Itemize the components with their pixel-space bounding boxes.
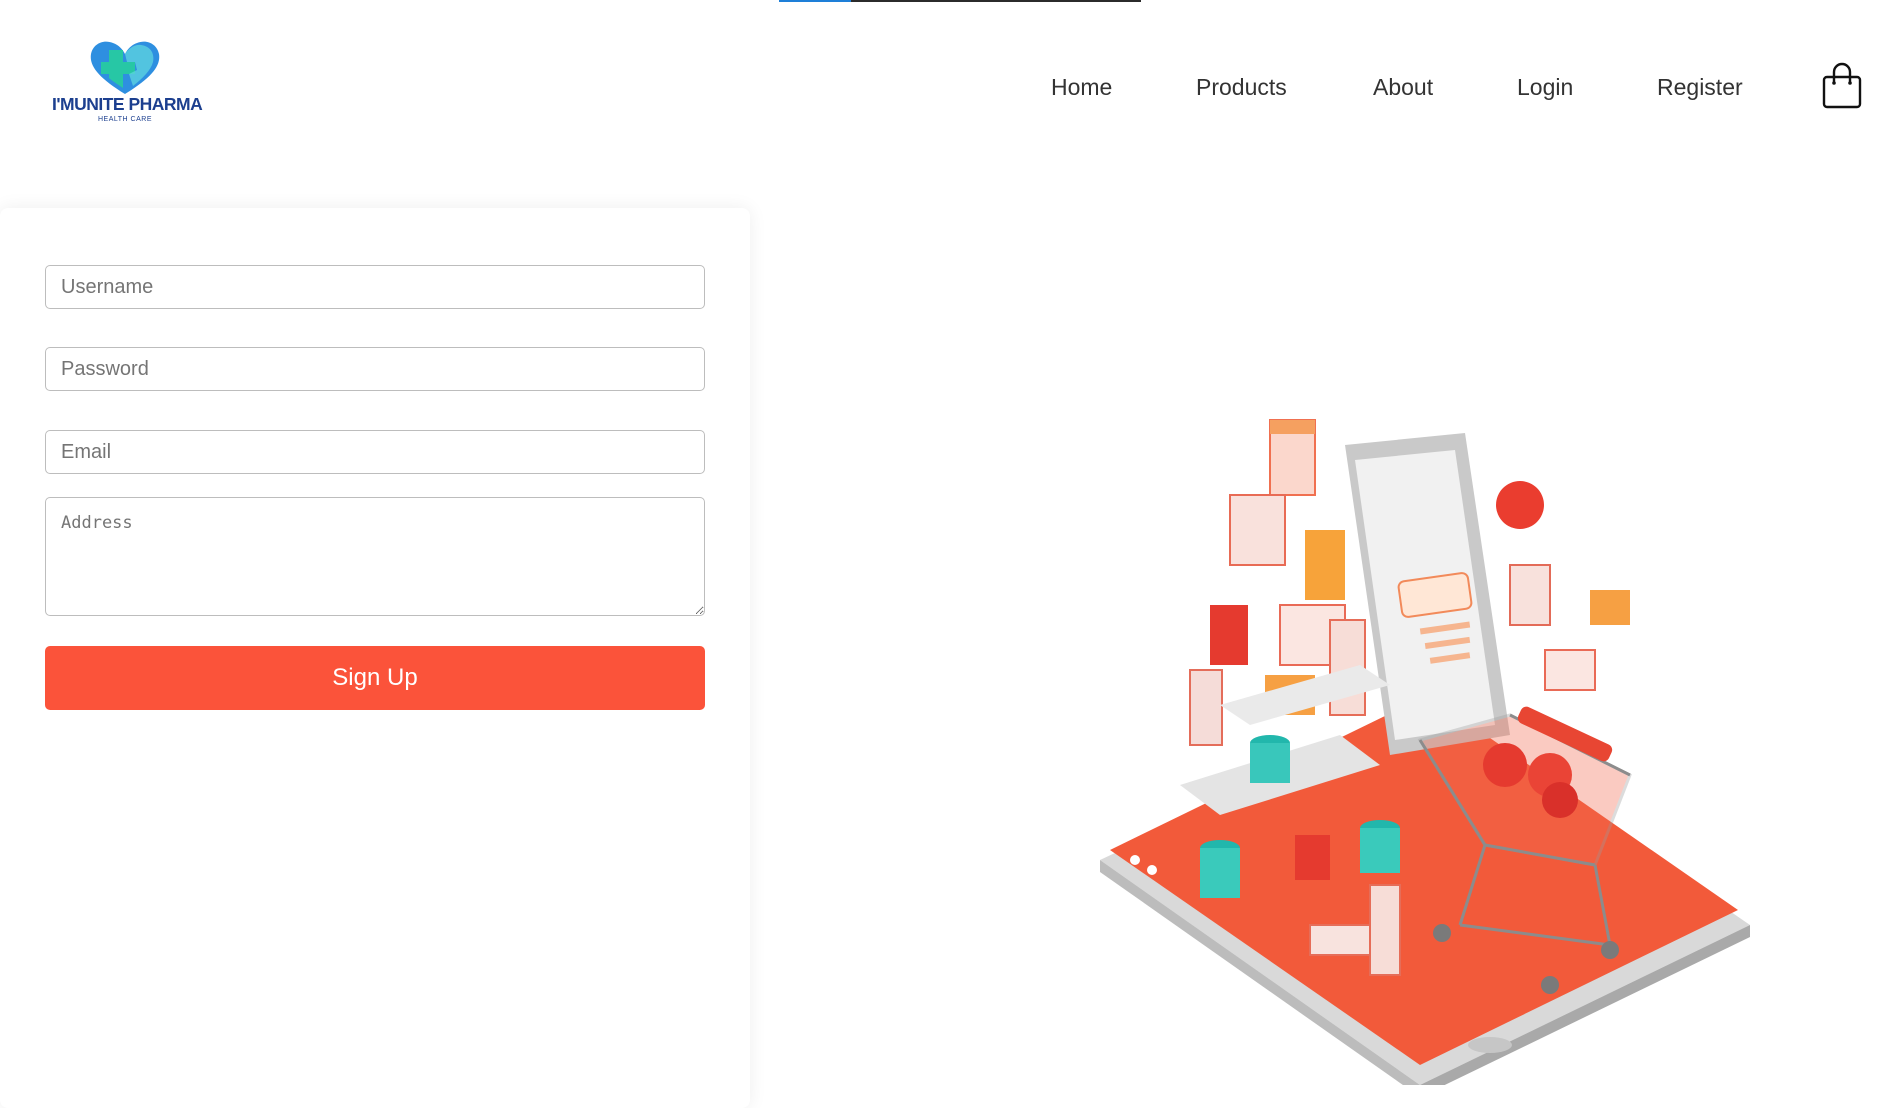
nav-about[interactable]: About (1373, 74, 1433, 101)
nav-products[interactable]: Products (1196, 74, 1287, 101)
sign-up-button[interactable]: Sign Up (45, 646, 705, 710)
password-input[interactable] (45, 347, 705, 391)
cart-button[interactable] (1822, 62, 1862, 110)
brand-logo[interactable]: I'MUNITE PHARMA HEALTH CARE (52, 40, 203, 128)
signup-card: Sign Up (0, 208, 750, 1108)
username-input[interactable] (45, 265, 705, 309)
shopping-bag-icon (1822, 62, 1862, 109)
brand-tagline: HEALTH CARE (98, 116, 152, 123)
address-textarea[interactable] (45, 497, 705, 616)
nav-home[interactable]: Home (1051, 74, 1112, 101)
phone-shopping-cart-pharmacy-illustration (1090, 405, 1780, 1097)
email-input[interactable] (45, 430, 705, 474)
page-loading-bar-fill (779, 0, 852, 2)
page-loading-bar (779, 0, 1141, 2)
heart-cross-icon (90, 41, 160, 94)
brand-name: I'MUNITE PHARMA (52, 94, 203, 114)
nav-login[interactable]: Login (1517, 74, 1573, 101)
nav-register[interactable]: Register (1657, 74, 1743, 101)
